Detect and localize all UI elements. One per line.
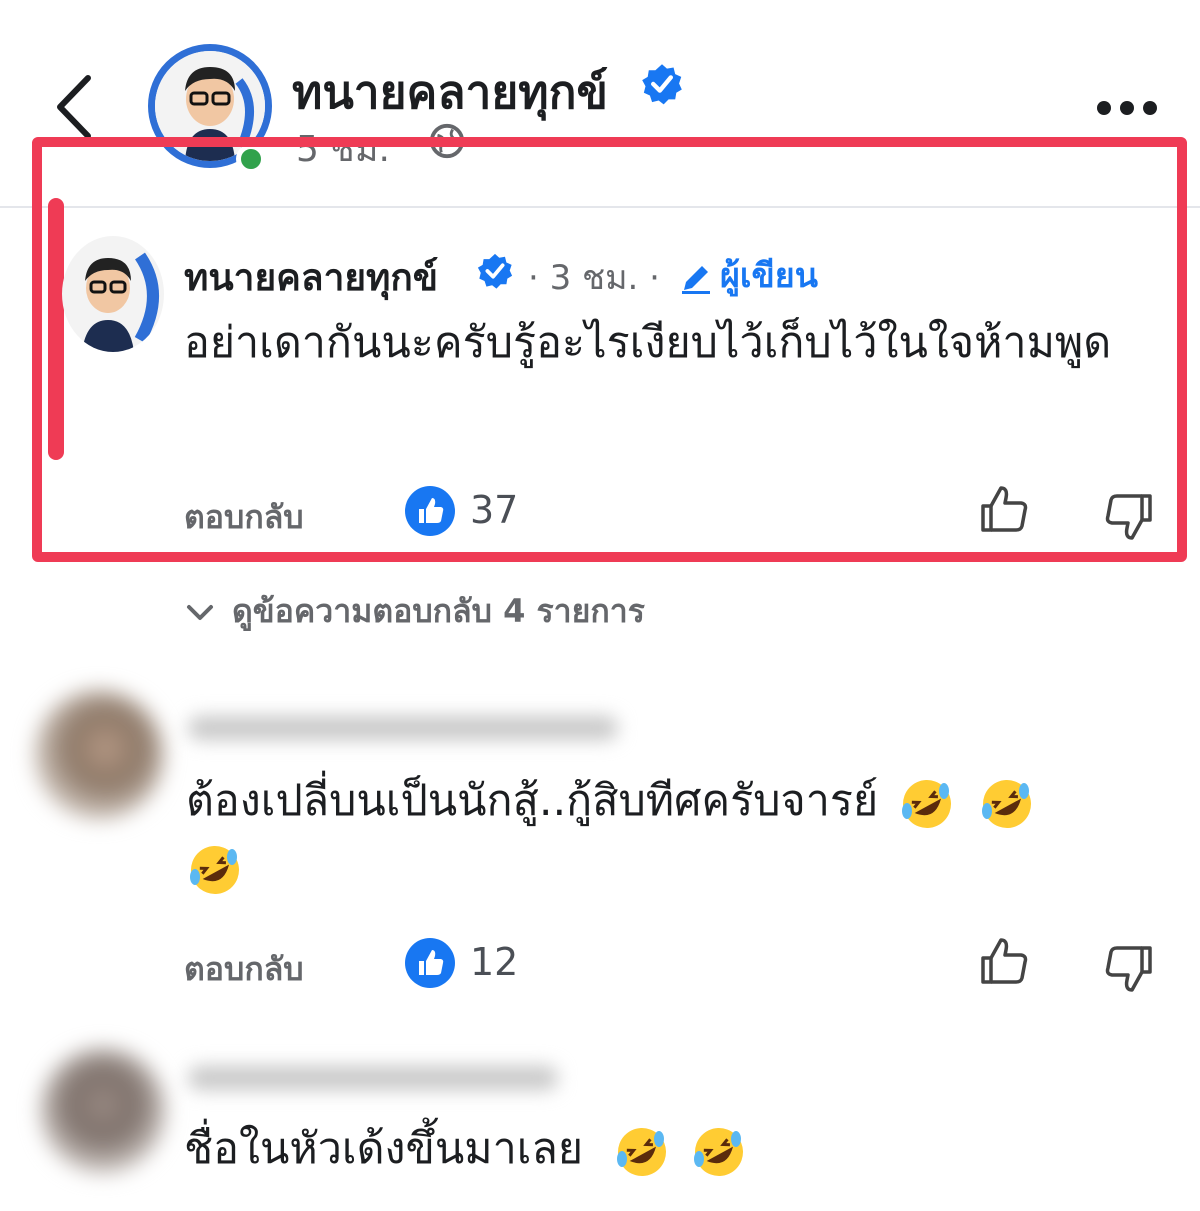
more-options-button[interactable] (1096, 96, 1158, 120)
like-reaction-icon (405, 486, 455, 536)
comment-text: ต้องเปลี่บนเป็นนักสู้..กู้สิบทีศครับจารย… (186, 770, 1146, 897)
commenter-name[interactable] (188, 716, 618, 740)
reply-button[interactable]: ตอบกลับ (184, 492, 304, 543)
upvote-button[interactable] (977, 482, 1033, 538)
back-button[interactable] (50, 72, 100, 142)
thumbs-up-icon (419, 498, 444, 523)
thumbs-up-outline-icon (981, 486, 1028, 532)
view-replies-button[interactable]: ดูข้อความตอบกลับ 4 รายการ (186, 586, 645, 637)
rofl-emoji-icon (901, 779, 951, 828)
author-badge: ผู้เขียน (678, 248, 818, 302)
comment-author-name[interactable]: ทนายคลายทุกข์ (184, 248, 438, 307)
reply-button[interactable]: ตอบกลับ (184, 944, 304, 995)
commenter-avatar[interactable] (40, 1048, 166, 1174)
like-count: 37 (470, 488, 519, 532)
comment-timestamp: · 3 ชม. · (528, 258, 660, 298)
lawyer-avatar-illustration (62, 236, 164, 352)
chevron-down-icon (187, 605, 213, 620)
verified-badge-icon (477, 253, 513, 289)
thumbs-up-outline-icon (981, 938, 1028, 984)
rofl-emoji-icon (190, 845, 239, 894)
rofl-emoji-icon (694, 1127, 744, 1176)
thumbs-up-icon (419, 950, 444, 975)
comment-text: อย่าเดากันนะครับรู้อะไรเงียบไว้เก็บไว้ใน… (184, 318, 1112, 368)
commenter-name[interactable] (188, 1066, 558, 1090)
upvote-button[interactable] (977, 934, 1033, 990)
commenter-avatar[interactable] (34, 690, 164, 820)
like-count: 12 (470, 940, 519, 984)
view-replies-label: ดูข้อความตอบกลับ 4 รายการ (232, 592, 645, 630)
verified-badge-icon (642, 64, 682, 105)
pencil-icon (682, 265, 710, 294)
comment-author-avatar[interactable] (62, 236, 164, 352)
thumbs-down-outline-icon (1105, 494, 1152, 540)
rofl-emoji-icon (616, 1127, 666, 1176)
downvote-button[interactable] (1100, 940, 1156, 996)
more-horizontal-icon (1097, 101, 1157, 115)
thumbs-down-outline-icon (1105, 946, 1152, 992)
comment-text-content: ชื่อในหัวเด้งขึ้นมาเลย (184, 1124, 584, 1174)
downvote-button[interactable] (1100, 488, 1156, 544)
comment-text: ชื่อในหัวเด้งขึ้นมาเลย (184, 1118, 1144, 1180)
author-badge-label: ผู้เขียน (720, 256, 818, 296)
chevron-left-icon (57, 75, 91, 139)
like-reaction-icon (405, 938, 455, 988)
comment-text-content: ต้องเปลี่บนเป็นนักสู้..กู้สิบทีศครับจารย… (186, 776, 879, 826)
page-title[interactable]: ทนายคลายทุกข์ (292, 56, 608, 129)
rofl-emoji-icon (981, 779, 1031, 828)
